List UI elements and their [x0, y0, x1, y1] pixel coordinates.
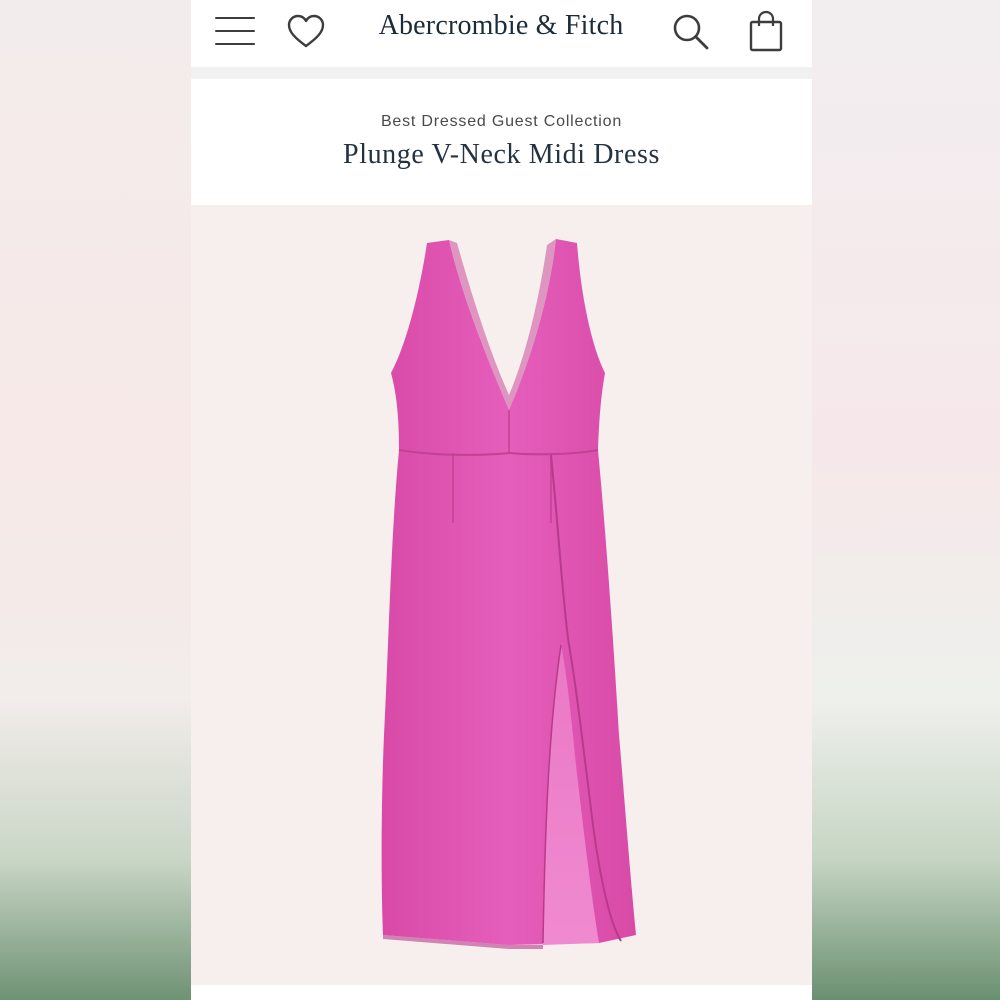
product-title-block: Best Dressed Guest Collection Plunge V-N… [191, 79, 812, 205]
search-icon[interactable] [671, 12, 711, 52]
phone-screen: Abercrombie & Fitch Best Dressed Guest C… [191, 0, 812, 1000]
shopping-bag-icon[interactable] [747, 10, 785, 52]
dress-illustration [381, 239, 636, 949]
bottom-strip [191, 985, 812, 1000]
header-divider [191, 67, 812, 79]
collection-label: Best Dressed Guest Collection [380, 113, 623, 130]
background-left [0, 0, 191, 1000]
product-title: Plunge V-Neck Midi Dress [343, 139, 660, 170]
top-nav-bar: Abercrombie & Fitch [191, 0, 812, 67]
background-right [812, 0, 1000, 1000]
brand-logo[interactable]: Abercrombie & Fitch [351, 10, 651, 42]
product-image[interactable] [191, 205, 812, 985]
menu-icon[interactable] [215, 17, 255, 45]
heart-icon[interactable] [286, 12, 326, 52]
